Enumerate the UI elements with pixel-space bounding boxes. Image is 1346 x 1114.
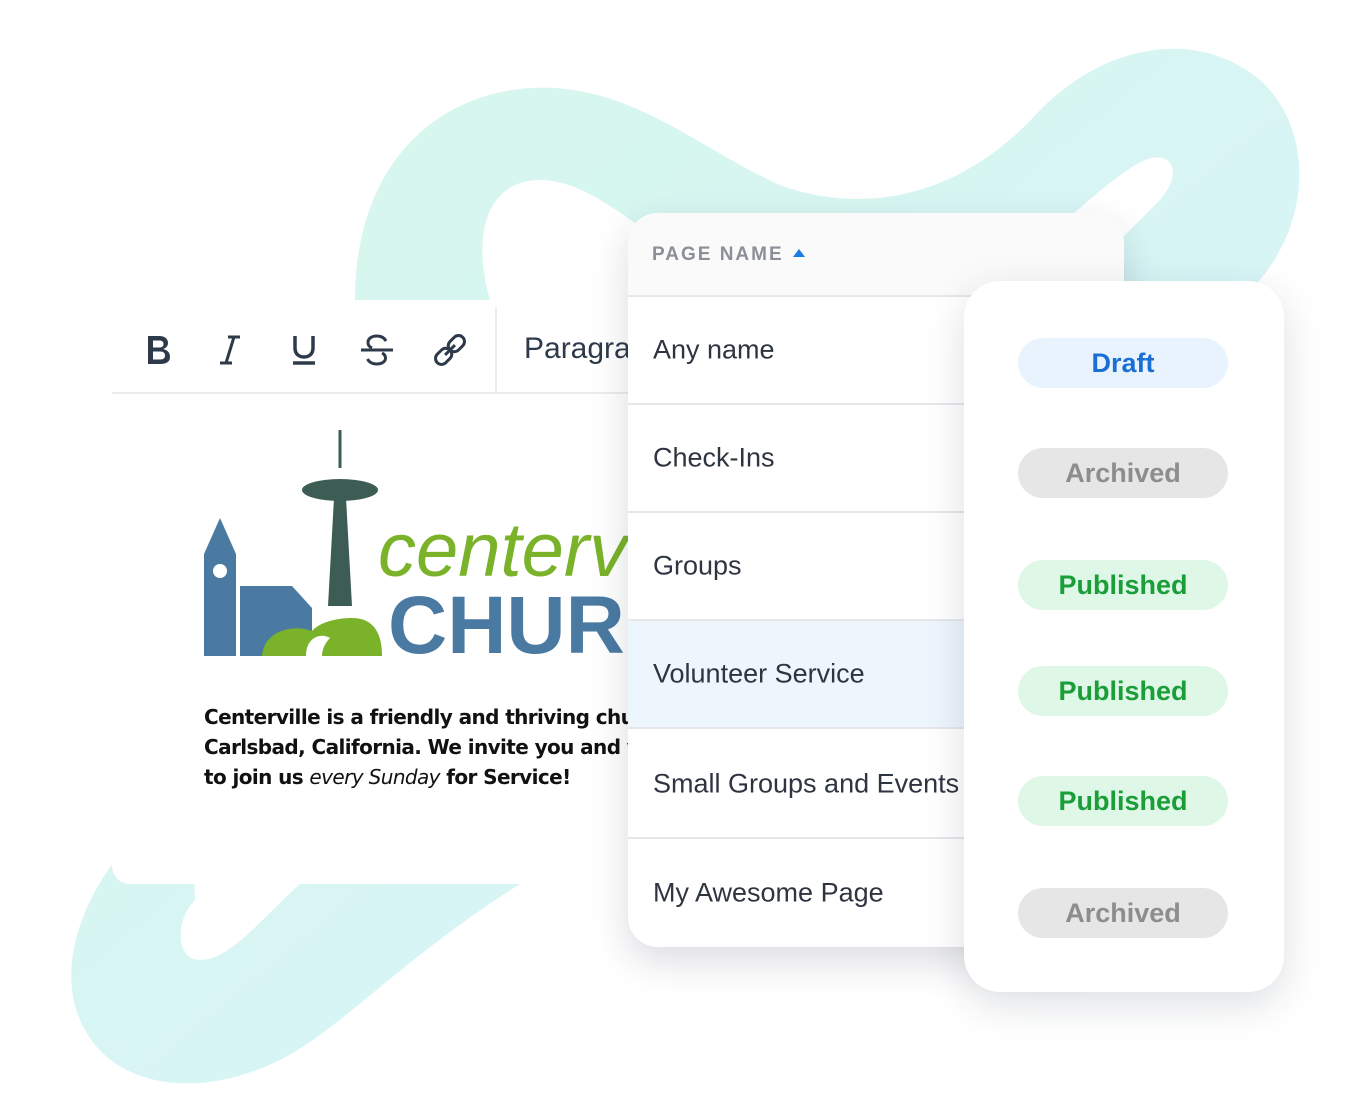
underline-button[interactable]: [280, 328, 328, 372]
underline-icon: [293, 336, 315, 365]
status-badge-archived[interactable]: Archived: [1018, 448, 1228, 498]
bold-button[interactable]: [134, 328, 182, 372]
bold-icon: [148, 336, 170, 364]
row-page-name: Small Groups and Events: [653, 768, 960, 799]
body-line-3: to join us every Sunday for Service!: [204, 765, 571, 789]
link-icon: [434, 334, 466, 366]
editor-body-text[interactable]: Centerville is a friendly and thriving c…: [204, 702, 672, 792]
column-header-page-name[interactable]: PAGE NAME: [652, 244, 784, 266]
body-line-1: Centerville is a friendly and thriving c…: [204, 705, 672, 729]
status-column-card: Draft Archived Published Published Publi…: [964, 281, 1284, 992]
row-page-name: Any name: [653, 334, 775, 365]
row-page-name: Groups: [653, 550, 742, 581]
rich-text-editor: Paragraph centerville CHURCH Centerville…: [112, 308, 672, 884]
italic-icon: [220, 335, 240, 365]
toolbar-divider: [495, 308, 497, 392]
status-badge-draft[interactable]: Draft: [1018, 338, 1228, 388]
editor-toolbar: Paragraph: [112, 308, 672, 394]
row-page-name: Volunteer Service: [653, 658, 865, 689]
status-badge-archived[interactable]: Archived: [1018, 888, 1228, 938]
row-page-name: My Awesome Page: [653, 877, 884, 908]
sort-ascending-icon[interactable]: [793, 249, 805, 258]
status-badge-published[interactable]: Published: [1018, 666, 1228, 716]
church-logo: centerville CHURCH: [204, 430, 672, 666]
status-badge-published[interactable]: Published: [1018, 560, 1228, 610]
strikethrough-button[interactable]: [353, 328, 401, 372]
row-page-name: Check-Ins: [653, 442, 775, 473]
link-button[interactable]: [426, 328, 474, 372]
status-badge-published[interactable]: Published: [1018, 776, 1228, 826]
emphasis-text: every Sunday: [309, 765, 440, 789]
body-line-2: Carlsbad, California. We invite you and …: [204, 735, 672, 759]
italic-button[interactable]: [207, 328, 255, 372]
strikethrough-icon: [361, 334, 393, 366]
